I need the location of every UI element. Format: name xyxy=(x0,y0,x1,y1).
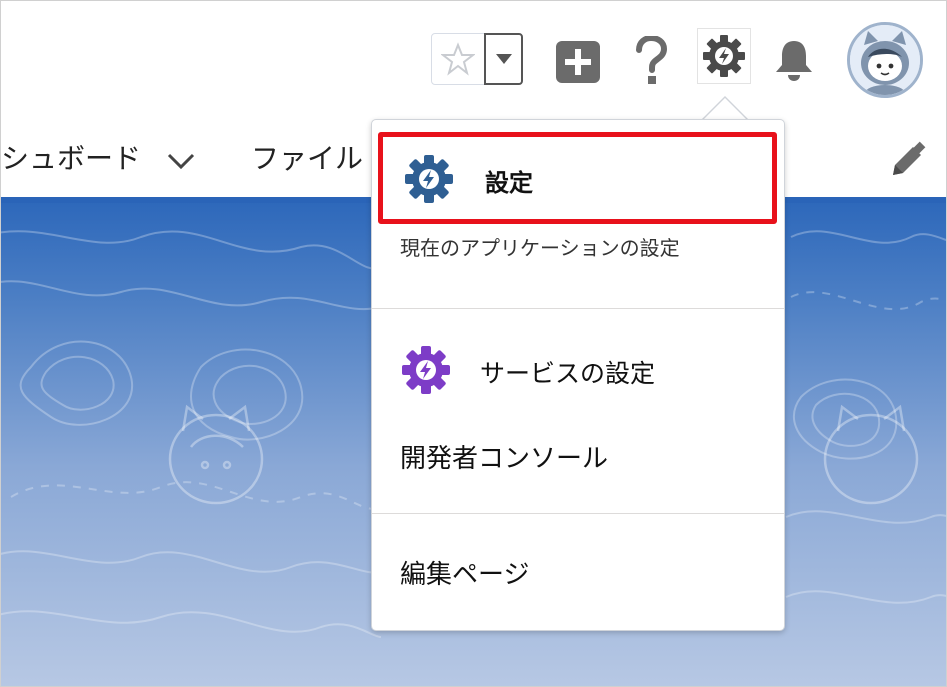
pencil-icon[interactable] xyxy=(887,141,927,181)
question-icon xyxy=(636,36,668,84)
menu-item-edit-page[interactable]: 編集ページ xyxy=(400,554,529,591)
avatar-icon xyxy=(850,25,920,95)
setup-button[interactable] xyxy=(698,29,750,83)
global-header xyxy=(1,1,946,119)
help-button[interactable] xyxy=(629,33,673,89)
favorites-button[interactable] xyxy=(431,33,485,85)
dropdown-caret xyxy=(703,98,747,120)
notifications-button[interactable] xyxy=(769,35,819,85)
global-actions-button[interactable] xyxy=(555,41,601,83)
menu-item-service-setup[interactable]: サービスの設定 xyxy=(392,342,772,398)
setup-menu: 設定 現在のアプリケーションの設定 サービスの設定 開発者コンソール 編集ページ xyxy=(371,119,785,631)
menu-divider xyxy=(372,513,784,514)
nav-item-dashboards[interactable]: シュボード xyxy=(1,137,141,177)
menu-item-setup-label: 設定 xyxy=(485,169,533,197)
gear-lightning-icon xyxy=(703,35,745,77)
user-avatar[interactable] xyxy=(847,22,923,98)
plus-icon xyxy=(556,41,600,83)
star-icon xyxy=(441,42,475,76)
menu-item-service-setup-label: サービスの設定 xyxy=(480,359,656,388)
app-window: シュボード ファイル 設定 現在のアプリケーションの設定 サービスの設定 開発者… xyxy=(0,0,947,687)
nav-item-files[interactable]: ファイル xyxy=(251,137,363,177)
triangle-down-icon xyxy=(495,54,512,64)
menu-divider xyxy=(372,308,784,309)
favorites-group xyxy=(431,33,523,85)
chevron-down-icon[interactable] xyxy=(163,143,199,179)
gear-lightning-icon xyxy=(405,155,453,203)
menu-item-setup-sublabel[interactable]: 現在のアプリケーションの設定 xyxy=(400,232,680,261)
menu-item-setup[interactable]: 設定 xyxy=(378,132,777,224)
menu-item-developer-console[interactable]: 開発者コンソール xyxy=(400,438,608,475)
favorites-menu-button[interactable] xyxy=(484,33,523,85)
bell-icon xyxy=(776,41,812,81)
gear-lightning-icon xyxy=(402,346,450,394)
